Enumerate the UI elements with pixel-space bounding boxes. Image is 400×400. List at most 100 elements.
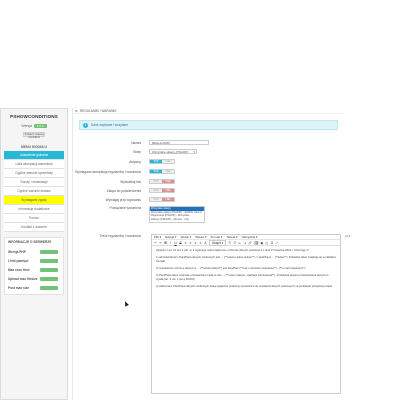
version-row: Wersja 1.0.0	[5, 124, 63, 128]
toggle-yes[interactable]: TAK	[150, 180, 162, 183]
server-info-label: Post max size	[8, 285, 30, 290]
breadcrumb: REGULAMIN / WARUNKI	[79, 108, 117, 113]
server-info-row: Max exec time	[8, 265, 60, 274]
underline-icon[interactable]: U	[174, 241, 177, 245]
paragraph: 3) Pani/Pana dane osobowe przetwarzane b…	[156, 274, 329, 281]
paragraph: 4) odbiorcami Pani/Pana danych osobowych…	[156, 285, 333, 288]
toggle-yes[interactable]: TAK	[150, 170, 162, 173]
field-attach: Załącz do potwierdzenia TAK NIE	[73, 188, 175, 193]
bullet-list-icon[interactable]: ☰	[228, 241, 231, 245]
menu-item-contact[interactable]: Kontakt z autorem	[4, 223, 64, 232]
menu-insert[interactable]: Wstaw ▾	[195, 235, 206, 239]
align-justify-icon[interactable]: ≡	[199, 241, 202, 245]
rich-text-editor[interactable]: pl ▾ Plik ▾ Edycja ▾ Widok ▾ Wstaw ▾ For…	[151, 234, 350, 394]
field-label: Wyświetlaj link	[120, 179, 141, 184]
menu-item-help[interactable]: Pomoc	[4, 214, 64, 223]
field-show-link: Wyświetlaj link TAK NIE	[73, 179, 175, 184]
list-item[interactable]: Zakupy (PSHOP) - Zamów - użyt	[150, 218, 204, 222]
italic-icon[interactable]: I	[169, 241, 172, 245]
panel-heading: ⚙ REGULAMIN / WARUNKI	[73, 108, 344, 114]
language-select[interactable]: pl ▾	[345, 234, 350, 238]
groups-listbox[interactable]: Wszystkie sklepy Wszystkie sklepy (PSHOP…	[149, 206, 205, 223]
server-info-title: INFORMACJE O SERWERZE	[8, 240, 52, 244]
paragraph: 1) administratorem Pani/Pana danych osob…	[156, 256, 337, 263]
table-icon[interactable]: ◫	[265, 241, 268, 245]
fullscreen-icon[interactable]: ⤢	[275, 241, 279, 245]
field-content: Treść regulaminu i warunków	[73, 234, 149, 238]
toggle-no[interactable]: NIE	[162, 160, 174, 163]
paragraph-format-select[interactable]: Akapit ▾	[209, 239, 227, 246]
field-label: Wymagaj przy logowaniu	[105, 197, 141, 202]
redo-icon[interactable]: ↷	[159, 241, 162, 245]
info-icon: i	[83, 122, 88, 128]
field-name: Nazwa REGULAMIN	[73, 140, 209, 145]
menu-item-required-consents[interactable]: Wymagane zgody	[4, 196, 64, 205]
toggle-no[interactable]: NIE	[162, 170, 174, 173]
status-bar	[40, 276, 58, 281]
text-color-icon[interactable]: A	[204, 241, 207, 245]
show-link-toggle[interactable]: TAK NIE	[149, 179, 175, 184]
toggle-yes[interactable]: TAK	[150, 198, 162, 201]
toggle-no[interactable]: NIE	[162, 180, 174, 183]
server-info-label: Wersja PHP	[8, 249, 26, 254]
menu-tools[interactable]: Narzędzia ▾	[242, 235, 258, 239]
align-left-icon[interactable]: ≡	[184, 241, 187, 245]
store-select[interactable]: Wszystkie sklepy (PSHOP)	[149, 149, 197, 154]
menu-item-acceptance-list[interactable]: Lista akceptacji warunków	[4, 160, 64, 169]
field-label: Nazwa	[131, 140, 141, 145]
field-label: Załącz do potwierdzenia	[106, 188, 141, 193]
field-label: Sklep	[133, 149, 141, 154]
field-label: Aktywny	[129, 159, 141, 164]
toggle-no[interactable]: NIE	[162, 189, 174, 192]
toggle-no[interactable]: NIE	[162, 198, 174, 201]
status-bar	[40, 258, 58, 263]
field-label: Wymagana akceptacja regulaminu i warunkó…	[75, 169, 141, 174]
field-active: Aktywny TAK NIE	[73, 159, 175, 164]
alert-text: Dane zapisane i wczytane	[91, 123, 129, 127]
menu-file[interactable]: Plik ▾	[154, 235, 161, 239]
numbered-list-icon[interactable]: ☰	[233, 241, 236, 245]
outdent-icon[interactable]: ⇤	[238, 241, 242, 245]
field-login: Wymagaj przy logowaniu TAK NIE	[73, 197, 175, 202]
server-info-label: Limit pamięci	[8, 258, 29, 263]
server-info-row: Limit pamięci	[8, 256, 60, 265]
required-toggle[interactable]: TAK NIE	[149, 169, 175, 174]
field-label: Treść regulaminu i warunków	[99, 234, 141, 238]
strikethrough-icon[interactable]: S	[179, 241, 182, 245]
menu-item-returns[interactable]: Zwroty i reklamacje	[4, 178, 64, 187]
server-info-label: Upload max filesize	[8, 276, 38, 281]
toggle-yes[interactable]: TAK	[150, 160, 162, 163]
toggle-yes[interactable]: TAK	[150, 189, 162, 192]
menu-item-delivery-terms[interactable]: Ogólne warunki dostaw	[4, 187, 64, 196]
menu-format[interactable]: Format ▾	[211, 235, 223, 239]
field-required: Wymagana akceptacja regulaminu i warunkó…	[73, 169, 175, 174]
server-info-label: Max exec time	[8, 267, 30, 272]
attach-toggle[interactable]: TAK NIE	[149, 188, 175, 193]
bold-icon[interactable]: B	[164, 241, 167, 245]
special-char-icon[interactable]: Ω	[270, 241, 273, 245]
editor-content[interactable]: Zgodnie z art. 12 ust. 1 pkt. 1 i 2 ogól…	[152, 246, 340, 295]
media-icon[interactable]: ▣	[260, 241, 263, 245]
server-info-panel: INFORMACJE O SERWERZE Wersja PHP Limit p…	[4, 237, 64, 295]
image-icon[interactable]: 🖼	[254, 241, 258, 245]
paragraph: Zgodnie z art. 12 ust. 1 pkt. 1 i 2 ogól…	[156, 249, 310, 252]
indent-icon[interactable]: ⇥	[243, 241, 247, 245]
undo-icon[interactable]: ↶	[154, 241, 157, 245]
align-center-icon[interactable]: ≡	[189, 241, 192, 245]
login-toggle[interactable]: TAK NIE	[149, 197, 175, 202]
menu-item-global-settings[interactable]: Ustawienia globalne	[4, 151, 64, 160]
align-right-icon[interactable]: ≡	[194, 241, 197, 245]
link-icon[interactable]: 🔗	[248, 241, 252, 245]
version-badge: 1.0.0	[33, 124, 47, 128]
menu-edit[interactable]: Edycja ▾	[165, 235, 176, 239]
server-info-row: Post max size	[8, 283, 60, 292]
paragraph: 2) inspektorem ochrony danych w ... (**n…	[156, 267, 306, 270]
name-input[interactable]: REGULAMIN	[149, 140, 209, 145]
menu-item-additional-info[interactable]: Informacje dodatkowe	[4, 205, 64, 214]
menu-table[interactable]: Tabela ▾	[226, 235, 237, 239]
menu-item-terms-of-sale[interactable]: Ogólne warunki sprzedaży	[4, 169, 64, 178]
more-modules-button[interactable]: Zobacz więcej modułów	[23, 132, 45, 139]
menu-title: MENU MODUŁU	[21, 145, 47, 149]
menu-view[interactable]: Widok ▾	[181, 235, 192, 239]
active-toggle[interactable]: TAK NIE	[149, 159, 175, 164]
